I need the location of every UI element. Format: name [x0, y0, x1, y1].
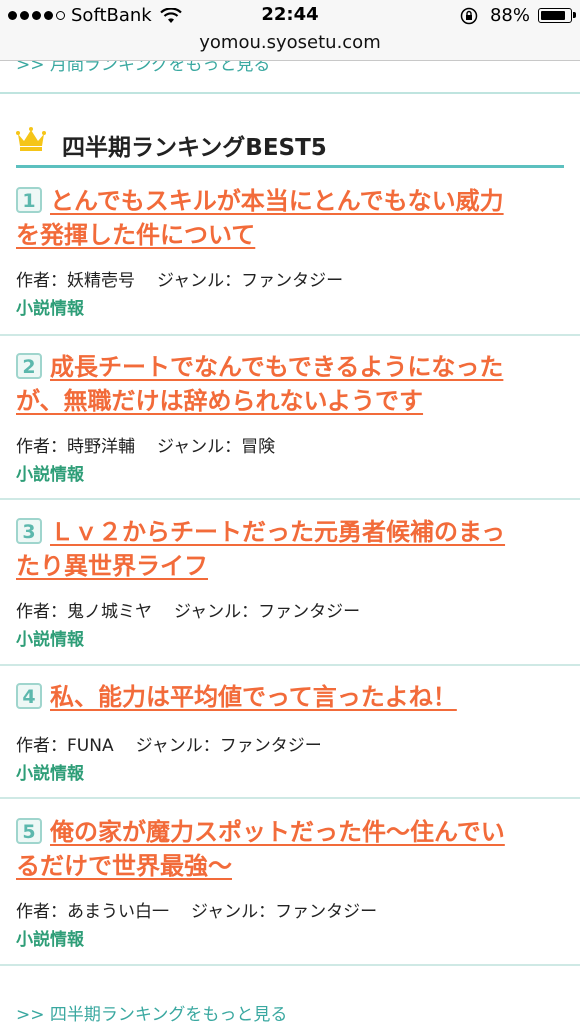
author-label: 作者： [16, 271, 67, 291]
novel-info-link[interactable]: 小説情報 [16, 759, 84, 784]
ranking-meta: 作者：FUNA ジャンル：ファンタジー [16, 731, 322, 756]
rank-number-badge: 5 [16, 818, 42, 844]
ranking-divider [0, 664, 580, 666]
author-label: 作者： [16, 602, 67, 622]
genre-label: ジャンル： [157, 271, 242, 291]
address-bar-divider [0, 60, 580, 61]
genre-label: ジャンル： [157, 437, 242, 457]
author-label: 作者： [16, 902, 67, 922]
ranking-meta: 作者：あまうい白一 ジャンル：ファンタジー [16, 897, 377, 922]
ranking-meta: 作者：妖精壱号 ジャンル：ファンタジー [16, 266, 343, 291]
ranking-title-line2: たり異世界ライフ [16, 552, 208, 580]
status-right-group: 88% [460, 5, 576, 26]
ranking-meta: 作者：時野洋輔 ジャンル：冒険 [16, 432, 275, 457]
genre-label: ジャンル： [174, 602, 259, 622]
battery-icon [538, 8, 576, 23]
rank-number-badge: 4 [16, 683, 42, 709]
section-underline [16, 165, 564, 168]
url-text: yomou.syosetu.com [199, 32, 381, 53]
ranking-divider [0, 964, 580, 966]
section-header: 四半期ランキングBEST5 [16, 122, 564, 168]
quarterly-ranking-more-link[interactable]: >> 四半期ランキングをもっと見る [16, 1000, 287, 1025]
genre-name: ファンタジー [258, 602, 361, 622]
genre-name: ファンタジー [219, 736, 322, 756]
ranking-title-line2: るだけで世界最強～ [16, 852, 232, 880]
ranking-title-line1: 俺の家が魔力スポットだった件～住んでい [50, 818, 505, 846]
ranking-meta: 作者：鬼ノ城ミヤ ジャンル：ファンタジー [16, 597, 360, 622]
genre-name: ファンタジー [241, 271, 344, 291]
novel-info-link[interactable]: 小説情報 [16, 294, 84, 319]
status-bar: SoftBank 22:44 88% [0, 0, 580, 32]
author-name: 妖精壱号 [67, 271, 135, 291]
author-name: 時野洋輔 [67, 437, 135, 457]
author-label: 作者： [16, 437, 67, 457]
ranking-title-link[interactable]: 3 Ｌｖ２からチートだった元勇者候補のまったり異世界ライフ [16, 515, 564, 583]
ranking-title-link[interactable]: 2 成長チートでなんでもできるようになったが、無職だけは辞められないようです [16, 350, 564, 418]
crown-icon [16, 127, 46, 151]
section-divider [0, 92, 580, 94]
ranking-title-line2: を発揮した件について [16, 221, 256, 249]
address-bar[interactable]: yomou.syosetu.com [0, 32, 580, 60]
ranking-divider [0, 498, 580, 500]
novel-info-link[interactable]: 小説情報 [16, 460, 84, 485]
genre-label: ジャンル： [135, 736, 220, 756]
ranking-divider [0, 334, 580, 336]
ranking-title-link[interactable]: 4 私、能力は平均値でって言ったよね！ [16, 680, 564, 714]
author-name: あまうい白一 [67, 902, 169, 922]
novel-info-link[interactable]: 小説情報 [16, 925, 84, 950]
author-label: 作者： [16, 736, 67, 756]
rank-number-badge: 1 [16, 187, 42, 213]
ranking-title-line1: 私、能力は平均値でって言ったよね！ [50, 683, 457, 711]
ranking-divider [0, 797, 580, 799]
genre-name: 冒険 [241, 437, 276, 457]
genre-label: ジャンル： [191, 902, 276, 922]
rank-number-badge: 2 [16, 353, 42, 379]
genre-name: ファンタジー [275, 902, 378, 922]
novel-info-link[interactable]: 小説情報 [16, 625, 84, 650]
ranking-title-link[interactable]: 1 とんでもスキルが本当にとんでもない威力を発揮した件について [16, 184, 564, 252]
section-title: 四半期ランキングBEST5 [62, 135, 327, 161]
rotation-lock-icon [460, 7, 478, 24]
ranking-title-link[interactable]: 5 俺の家が魔力スポットだった件～住んでいるだけで世界最強～ [16, 815, 564, 883]
rank-number-badge: 3 [16, 518, 42, 544]
author-name: 鬼ノ城ミヤ [67, 602, 152, 622]
battery-percent: 88% [489, 5, 530, 26]
ranking-title-line1: 成長チートでなんでもできるようになった [50, 353, 504, 381]
author-name: FUNA [67, 736, 114, 756]
ranking-title-line1: とんでもスキルが本当にとんでもない威力 [50, 187, 504, 215]
ranking-title-line2: が、無職だけは辞められないようです [16, 387, 424, 415]
ranking-title-line1: Ｌｖ２からチートだった元勇者候補のまっ [50, 518, 506, 546]
